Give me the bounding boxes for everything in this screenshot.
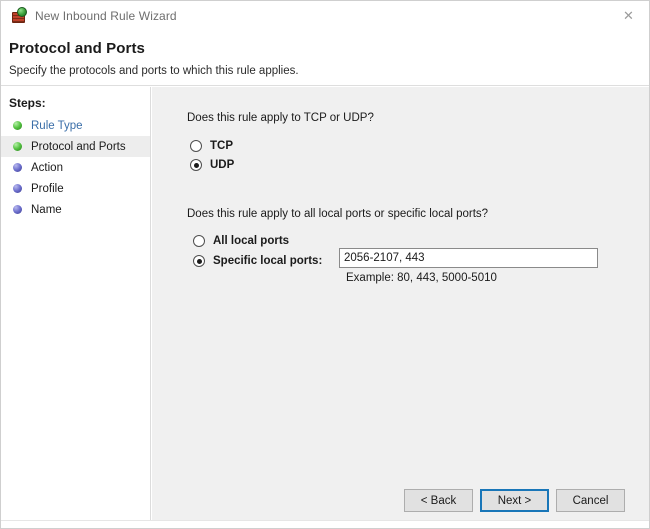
sidebar-item-label: Rule Type bbox=[31, 119, 83, 132]
step-bullet-icon bbox=[13, 142, 22, 151]
close-icon: ✕ bbox=[623, 8, 634, 23]
step-bullet-icon bbox=[13, 184, 22, 193]
steps-sidebar: Steps: Rule Type Protocol and Ports Acti… bbox=[1, 87, 151, 520]
radio-icon bbox=[193, 235, 205, 247]
step-bullet-icon bbox=[13, 121, 22, 130]
page-subtitle: Specify the protocols and ports to which… bbox=[9, 65, 299, 77]
protocol-question-label: Does this rule apply to TCP or UDP? bbox=[187, 112, 374, 124]
ports-example-hint: Example: 80, 443, 5000-5010 bbox=[346, 272, 497, 284]
window-title: New Inbound Rule Wizard bbox=[35, 8, 177, 23]
firewall-brick-globe-icon bbox=[10, 7, 27, 24]
cancel-button[interactable]: Cancel bbox=[556, 489, 625, 512]
step-bullet-icon bbox=[13, 163, 22, 172]
radio-icon bbox=[193, 255, 205, 267]
close-button[interactable]: ✕ bbox=[606, 1, 649, 30]
steps-heading: Steps: bbox=[9, 96, 46, 110]
sidebar-item-rule-type[interactable]: Rule Type bbox=[1, 115, 150, 136]
radio-icon bbox=[190, 140, 202, 152]
page-title: Protocol and Ports bbox=[9, 40, 145, 57]
window-bottom-edge bbox=[1, 520, 649, 528]
radio-label: All local ports bbox=[213, 235, 290, 247]
title-bar: New Inbound Rule Wizard ✕ bbox=[1, 1, 649, 30]
wizard-window: New Inbound Rule Wizard ✕ Protocol and P… bbox=[0, 0, 650, 529]
main-panel: Does this rule apply to TCP or UDP? TCP … bbox=[152, 87, 649, 520]
radio-option-specific-local-ports[interactable]: Specific local ports: bbox=[193, 255, 322, 267]
sidebar-item-protocol-and-ports[interactable]: Protocol and Ports bbox=[1, 136, 150, 157]
steps-list: Rule Type Protocol and Ports Action Prof… bbox=[1, 115, 150, 220]
sidebar-item-label: Action bbox=[31, 161, 63, 174]
page-header: Protocol and Ports Specify the protocols… bbox=[1, 30, 649, 86]
radio-label: TCP bbox=[210, 140, 233, 152]
step-bullet-icon bbox=[13, 205, 22, 214]
sidebar-item-label: Protocol and Ports bbox=[31, 140, 126, 153]
radio-option-all-local-ports[interactable]: All local ports bbox=[193, 235, 289, 247]
back-button[interactable]: < Back bbox=[404, 489, 473, 512]
sidebar-item-action[interactable]: Action bbox=[1, 157, 150, 178]
radio-icon bbox=[190, 159, 202, 171]
ports-question-label: Does this rule apply to all local ports … bbox=[187, 208, 489, 220]
radio-option-tcp[interactable]: TCP bbox=[190, 140, 233, 152]
radio-label: Specific local ports: bbox=[213, 255, 323, 267]
sidebar-item-name[interactable]: Name bbox=[1, 199, 150, 220]
radio-label: UDP bbox=[210, 159, 235, 171]
specific-local-ports-input[interactable] bbox=[339, 248, 598, 268]
sidebar-item-label: Name bbox=[31, 203, 62, 216]
sidebar-item-profile[interactable]: Profile bbox=[1, 178, 150, 199]
sidebar-item-label: Profile bbox=[31, 182, 64, 195]
next-button[interactable]: Next > bbox=[480, 489, 549, 512]
radio-option-udp[interactable]: UDP bbox=[190, 159, 234, 171]
